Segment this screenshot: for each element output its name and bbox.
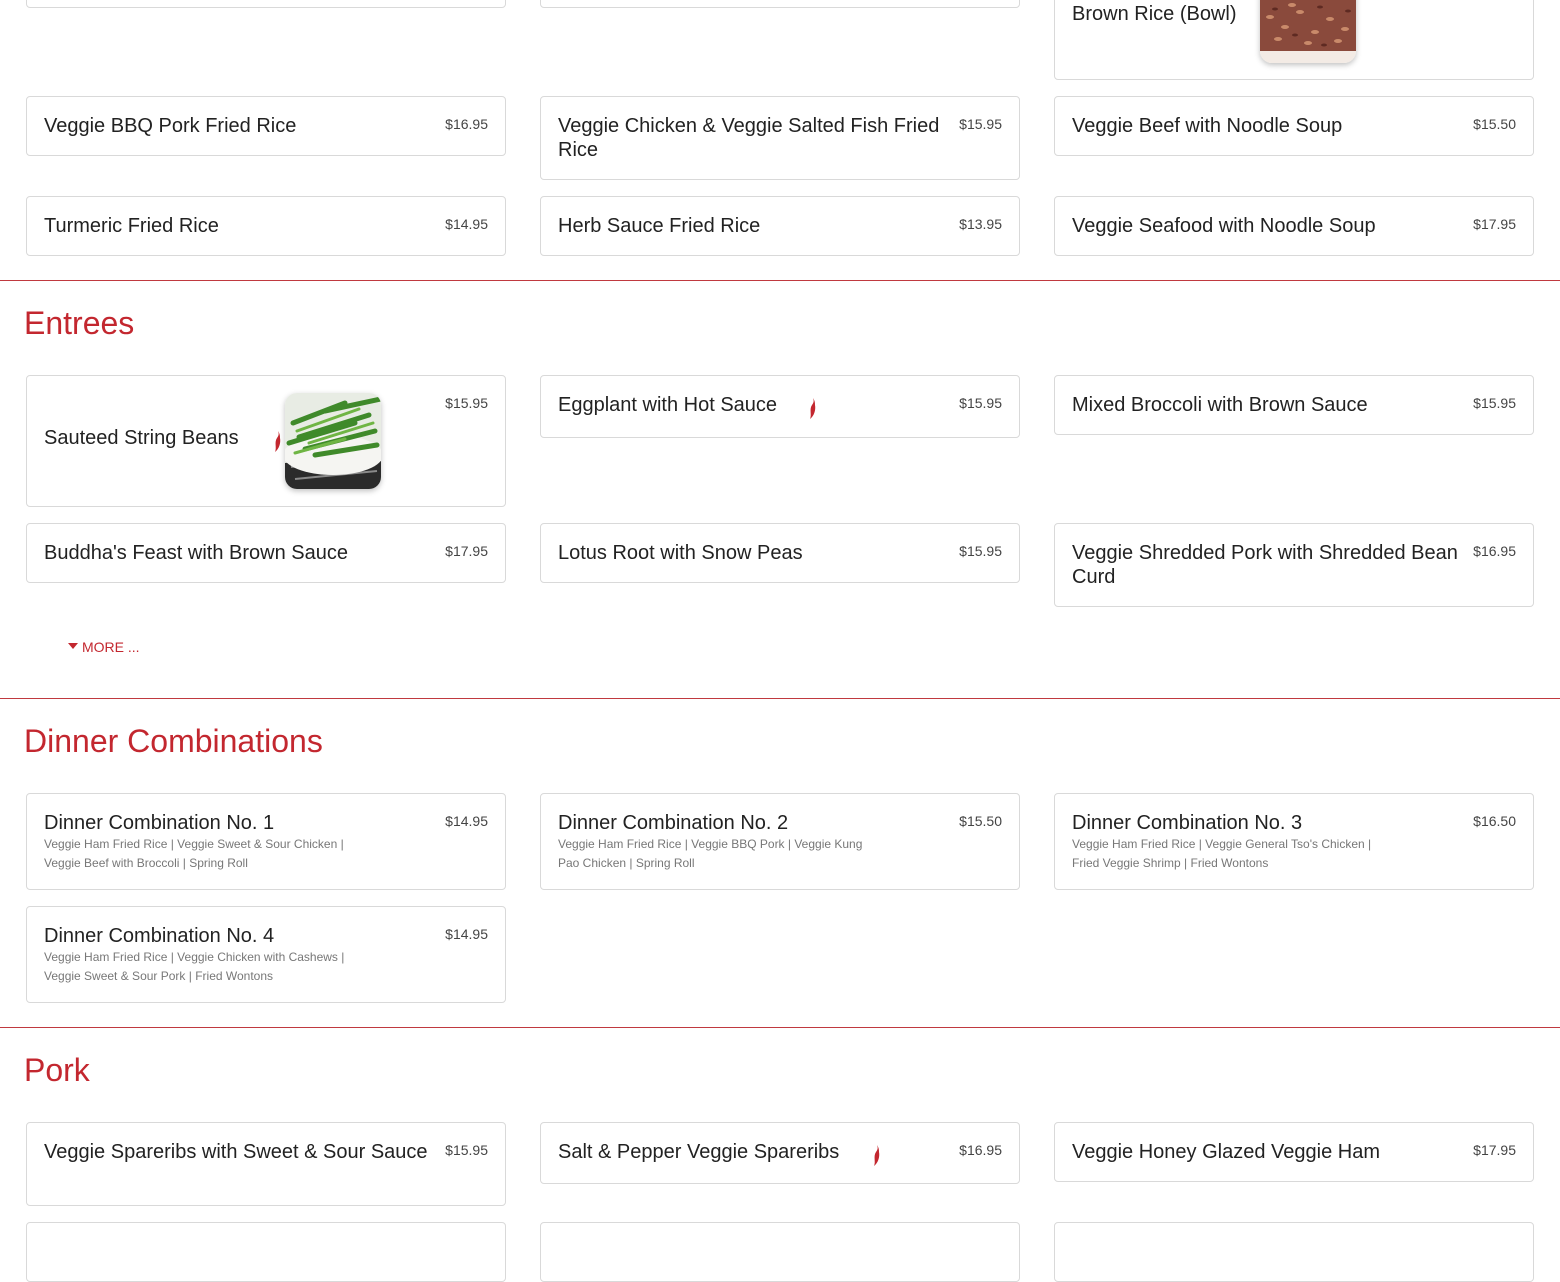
item-name: Dinner Combination No. 3 <box>1072 812 1303 834</box>
menu-item-card[interactable]: Veggie Spareribs with Sweet & Sour Sauce… <box>26 1122 506 1206</box>
menu-item-card[interactable]: Lotus Root with Snow Peas $15.95 <box>540 523 1020 583</box>
chili-pepper-icon <box>810 398 816 419</box>
item-price: $15.50 <box>1473 116 1516 132</box>
item-name: Lotus Root with Snow Peas <box>558 542 803 564</box>
item-price: $13.95 <box>959 216 1002 232</box>
item-price: $16.95 <box>1473 543 1516 559</box>
menu-item-card[interactable]: Sauteed String Beans $15.95 <box>26 375 506 507</box>
item-price: $15.50 <box>959 813 1002 829</box>
menu-item-card[interactable]: Veggie Chicken & Veggie Salted Fish Frie… <box>540 96 1020 180</box>
menu-item-card[interactable] <box>1054 1222 1534 1282</box>
item-name: Veggie Beef with Noodle Soup <box>1072 115 1343 137</box>
item-name: Buddha's Feast with Brown Sauce <box>44 542 348 564</box>
menu-item-card[interactable]: Dinner Combination No. 4 $14.95 Veggie H… <box>26 906 506 1003</box>
menu-item-card[interactable]: Veggie Shredded Pork with Shredded Bean … <box>1054 523 1534 607</box>
menu-item-card[interactable]: Buddha's Feast with Brown Sauce $17.95 <box>26 523 506 583</box>
string-beans-photo <box>285 393 381 489</box>
item-price: $14.95 <box>445 216 488 232</box>
menu-item-card[interactable]: Veggie Seafood with Noodle Soup $17.95 <box>1054 196 1534 256</box>
menu-item-card[interactable]: Veggie Honey Glazed Veggie Ham $17.95 <box>1054 1122 1534 1182</box>
more-label: MORE ... <box>82 639 140 655</box>
description-line: Veggie Ham Fried Rice | Veggie BBQ Pork … <box>558 837 863 851</box>
item-price: $17.95 <box>1473 1142 1516 1158</box>
description-line: Veggie Ham Fried Rice | Veggie Sweet & S… <box>44 837 344 851</box>
item-price: $16.95 <box>959 1142 1002 1158</box>
item-price: $17.95 <box>1473 216 1516 232</box>
item-name: Salt & Pepper Veggie Spareribs <box>558 1141 840 1163</box>
menu-item-card[interactable]: Dinner Combination No. 2 $15.50 Veggie H… <box>540 793 1020 890</box>
menu-item-card[interactable] <box>540 0 1020 8</box>
menu-item-card[interactable]: Mixed Broccoli with Brown Sauce $15.95 <box>1054 375 1534 435</box>
section-divider <box>0 698 1560 699</box>
chili-pepper-icon <box>275 431 281 452</box>
chili-pepper-icon <box>874 1145 880 1166</box>
item-price: $15.95 <box>959 116 1002 132</box>
item-name: Veggie Chicken & Veggie Salted Fish Frie… <box>558 115 940 161</box>
menu-item-card[interactable]: Salt & Pepper Veggie Spareribs $16.95 <box>540 1122 1020 1184</box>
caret-down-icon <box>68 643 78 650</box>
menu-item-card[interactable] <box>540 1222 1020 1282</box>
item-price: $15.95 <box>445 1142 488 1158</box>
item-name: Dinner Combination No. 2 <box>558 812 789 834</box>
description-line: Veggie Ham Fried Rice | Veggie Chicken w… <box>44 950 345 964</box>
section-divider <box>0 280 1560 281</box>
item-price: $15.95 <box>959 543 1002 559</box>
item-description: Veggie Ham Fried Rice | Veggie Chicken w… <box>44 948 354 986</box>
description-line: Fried Veggie Shrimp | Fried Wontons <box>1072 856 1269 870</box>
description-line: Pao Chicken | Spring Roll <box>558 856 695 870</box>
item-price: $15.95 <box>1473 395 1516 411</box>
section-title-pork: Pork <box>24 1052 90 1088</box>
item-price: $16.50 <box>1473 813 1516 829</box>
item-name: Veggie Shredded Pork with Shredded Bean … <box>1072 542 1458 588</box>
item-description: Veggie Ham Fried Rice | Veggie Sweet & S… <box>44 835 354 873</box>
item-description: Veggie Ham Fried Rice | Veggie General T… <box>1072 835 1382 873</box>
item-price: $14.95 <box>445 813 488 829</box>
menu-item-card[interactable]: Dinner Combination No. 3 $16.50 Veggie H… <box>1054 793 1534 890</box>
item-price: $17.95 <box>445 543 488 559</box>
item-price: $15.95 <box>445 395 488 411</box>
menu-item-card[interactable] <box>26 1222 506 1282</box>
menu-item-card[interactable] <box>26 0 506 8</box>
description-line: Veggie Sweet & Sour Pork | Fried Wontons <box>44 969 274 983</box>
menu-item-card[interactable]: Brown Rice (Bowl) <box>1054 0 1534 80</box>
description-line: Veggie Beef with Broccoli | Spring Roll <box>44 856 248 870</box>
item-name: Eggplant with Hot Sauce <box>558 394 778 416</box>
section-title-entrees: Entrees <box>24 305 135 341</box>
menu-item-card[interactable]: Turmeric Fried Rice $14.95 <box>26 196 506 256</box>
item-name: Dinner Combination No. 4 <box>44 925 275 947</box>
item-name: Turmeric Fried Rice <box>44 215 219 237</box>
menu-item-card[interactable]: Herb Sauce Fried Rice $13.95 <box>540 196 1020 256</box>
item-price: $16.95 <box>445 116 488 132</box>
section-divider <box>0 1027 1560 1028</box>
item-price: $14.95 <box>445 926 488 942</box>
menu-item-card[interactable]: Dinner Combination No. 1 $14.95 Veggie H… <box>26 793 506 890</box>
menu-item-card[interactable]: Veggie Beef with Noodle Soup $15.50 <box>1054 96 1534 156</box>
section-title-dinner-combinations: Dinner Combinations <box>24 723 323 759</box>
menu-item-card[interactable]: Veggie BBQ Pork Fried Rice $16.95 <box>26 96 506 156</box>
item-price: $15.95 <box>959 395 1002 411</box>
item-name: Brown Rice (Bowl) <box>1072 3 1237 25</box>
item-name: Sauteed String Beans <box>44 427 239 449</box>
item-name: Veggie Honey Glazed Veggie Ham <box>1072 1141 1380 1163</box>
item-name: Mixed Broccoli with Brown Sauce <box>1072 394 1368 416</box>
brown-rice-photo <box>1260 0 1356 63</box>
item-name: Veggie Seafood with Noodle Soup <box>1072 215 1376 237</box>
item-name: Dinner Combination No. 1 <box>44 812 275 834</box>
item-name: Herb Sauce Fried Rice <box>558 215 761 237</box>
description-line: Veggie Ham Fried Rice | Veggie General T… <box>1072 837 1372 851</box>
more-button[interactable]: MORE ... <box>68 639 140 655</box>
item-name: Veggie BBQ Pork Fried Rice <box>44 115 297 137</box>
item-description: Veggie Ham Fried Rice | Veggie BBQ Pork … <box>558 835 868 873</box>
item-name: Veggie Spareribs with Sweet & Sour Sauce <box>44 1141 428 1163</box>
menu-item-card[interactable]: Eggplant with Hot Sauce $15.95 <box>540 375 1020 438</box>
